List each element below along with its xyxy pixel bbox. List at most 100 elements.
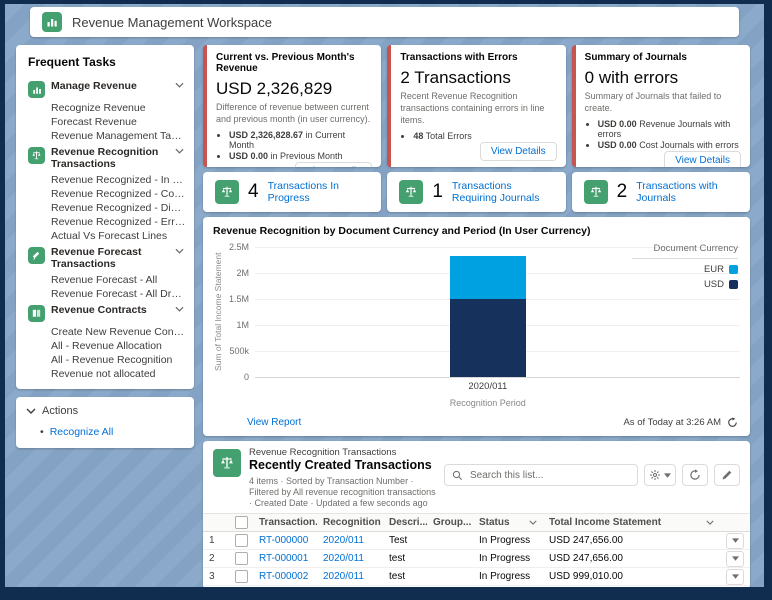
view-report-link[interactable]: View Report bbox=[247, 417, 301, 428]
row-checkbox[interactable] bbox=[235, 534, 248, 547]
chevron-down-icon[interactable] bbox=[706, 520, 714, 525]
row-actions-cell bbox=[720, 550, 750, 568]
legend-item-eur[interactable]: EUR bbox=[632, 264, 738, 275]
recognition-period-link[interactable]: 2020/011 bbox=[323, 535, 364, 546]
column-transaction-number[interactable]: Transaction...↑ bbox=[253, 514, 317, 532]
sidebar-item-recognize-revenue[interactable]: Recognize Revenue bbox=[26, 101, 186, 115]
column-description[interactable]: Descri... bbox=[383, 514, 427, 532]
kpi-bullet-list: USD 0.00 Revenue Journals with errors US… bbox=[585, 119, 741, 151]
app-header: Revenue Management Workspace bbox=[30, 7, 739, 37]
sidebar-item-recognized-errors[interactable]: Revenue Recognized - Errors bbox=[26, 215, 186, 229]
chevron-down-icon bbox=[175, 306, 184, 312]
view-details-button[interactable]: View Details bbox=[295, 162, 372, 167]
actions-header[interactable]: Actions bbox=[26, 405, 184, 417]
y-tick-label: 1.5M bbox=[229, 294, 249, 304]
list-toolbar bbox=[444, 464, 740, 486]
transaction-link-cell: RT-000002 bbox=[253, 568, 317, 586]
row-menu-button[interactable] bbox=[726, 569, 744, 585]
chart-footer: View Report As of Today at 3:26 AM bbox=[203, 408, 750, 436]
frequent-tasks-panel: Frequent Tasks Manage Revenue Recognize … bbox=[16, 45, 194, 389]
row-checkbox-cell bbox=[229, 586, 253, 587]
sidebar-item-task-launcher[interactable]: Revenue Management Task Launcher bbox=[26, 129, 186, 143]
column-total-income-statement[interactable]: Total Income Statement bbox=[543, 514, 720, 532]
count-card-with-journals[interactable]: 2 Transactions with Journals bbox=[572, 172, 750, 212]
view-details-button[interactable]: View Details bbox=[480, 142, 557, 161]
row-checkbox-cell bbox=[229, 568, 253, 586]
sidebar-group-revenue-recognition-transactions[interactable]: Revenue Recognition Transactions bbox=[26, 143, 186, 173]
transaction-link-cell: RT-000001 bbox=[253, 550, 317, 568]
chevron-down-icon bbox=[175, 248, 184, 254]
y-tick-label: 1M bbox=[236, 320, 249, 330]
sidebar-group-revenue-forecast-transactions[interactable]: Revenue Forecast Transactions bbox=[26, 243, 186, 273]
search-input[interactable] bbox=[468, 469, 630, 482]
row-menu-button[interactable] bbox=[726, 587, 744, 588]
transaction-link[interactable]: RT-000001 bbox=[259, 553, 308, 564]
sidebar-item-all-revenue-allocation[interactable]: All - Revenue Allocation bbox=[26, 339, 186, 353]
sidebar-item-actual-vs-forecast[interactable]: Actual Vs Forecast Lines bbox=[26, 229, 186, 243]
sidebar-item-recognized-committed[interactable]: Revenue Recognized - Committed bbox=[26, 187, 186, 201]
sidebar-item-forecast-revenue[interactable]: Forecast Revenue bbox=[26, 115, 186, 129]
row-menu-button[interactable] bbox=[726, 551, 744, 567]
view-details-button[interactable]: View Details bbox=[664, 151, 741, 167]
sidebar-item-create-contract[interactable]: Create New Revenue Contract bbox=[26, 325, 186, 339]
count-label: Transactions In Progress bbox=[268, 180, 370, 204]
list-settings-button[interactable] bbox=[644, 464, 676, 486]
count-value: 1 bbox=[432, 181, 443, 203]
header-select-all bbox=[229, 514, 253, 532]
refresh-icon[interactable] bbox=[727, 417, 738, 428]
legend-item-usd[interactable]: USD bbox=[632, 279, 738, 290]
column-group[interactable]: Group... bbox=[427, 514, 473, 532]
row-actions-cell bbox=[720, 532, 750, 550]
sidebar-item-recognized-discarded[interactable]: Revenue Recognized - Discarded bbox=[26, 201, 186, 215]
transaction-link[interactable]: RT-000000 bbox=[259, 535, 308, 546]
scale-icon bbox=[28, 147, 45, 164]
sidebar-group-manage-revenue[interactable]: Manage Revenue bbox=[26, 77, 186, 101]
total-income-cell: EUR 999,008.00 (USD 832,506.67) bbox=[543, 586, 720, 587]
column-recognition-period[interactable]: Recognition ... bbox=[317, 514, 383, 532]
description-cell: Test bbox=[383, 532, 427, 550]
sidebar-item-revenue-not-allocated[interactable]: Revenue not allocated bbox=[26, 367, 186, 381]
sidebar-item-forecast-all[interactable]: Revenue Forecast - All bbox=[26, 273, 186, 287]
kpi-title: Summary of Journals bbox=[585, 52, 741, 63]
as-of-timestamp: As of Today at 3:26 AM bbox=[623, 417, 721, 428]
kpi-card-transactions-with-errors: Transactions with Errors 2 Transactions … bbox=[387, 45, 565, 167]
edit-list-button[interactable] bbox=[714, 464, 740, 486]
sidebar-item-recognized-in-progress[interactable]: Revenue Recognized - In Progress bbox=[26, 173, 186, 187]
gear-icon bbox=[649, 469, 661, 481]
transaction-link[interactable]: RT-000002 bbox=[259, 571, 308, 582]
kpi-value: USD 2,326,829 bbox=[216, 79, 372, 99]
kpi-card-current-vs-previous: Current vs. Previous Month's Revenue USD… bbox=[203, 45, 381, 167]
refresh-list-button[interactable] bbox=[682, 464, 708, 486]
bar-segment-eur[interactable] bbox=[450, 256, 526, 299]
bar-segment-usd[interactable] bbox=[450, 299, 526, 377]
row-checkbox-cell bbox=[229, 532, 253, 550]
count-card-in-progress[interactable]: 4 Transactions In Progress bbox=[203, 172, 381, 212]
row-number: 1 bbox=[203, 532, 229, 550]
kpi-bullet: USD 0.00 Cost Journals with errors bbox=[598, 140, 741, 150]
actions-title: Actions bbox=[42, 405, 78, 417]
row-menu-button[interactable] bbox=[726, 533, 744, 549]
column-status[interactable]: Status bbox=[473, 514, 543, 532]
legend-swatch bbox=[729, 280, 738, 289]
sidebar-group-revenue-contracts[interactable]: Revenue Contracts bbox=[26, 301, 186, 325]
select-all-checkbox[interactable] bbox=[235, 516, 248, 529]
bar-chart-icon bbox=[42, 12, 62, 32]
recognition-period-cell: 2020/011 bbox=[317, 532, 383, 550]
row-checkbox[interactable] bbox=[235, 570, 248, 583]
group-cell bbox=[427, 550, 473, 568]
y-tick-label: 2M bbox=[236, 268, 249, 278]
row-actions-cell bbox=[720, 586, 750, 587]
kpi-bullet: USD 0.00 Revenue Journals with errors bbox=[598, 119, 741, 139]
search-box bbox=[444, 464, 638, 486]
recognition-period-link[interactable]: 2020/011 bbox=[323, 553, 364, 564]
header-rownum bbox=[203, 514, 229, 532]
kpi-title: Current vs. Previous Month's Revenue bbox=[216, 52, 372, 74]
recognition-period-link[interactable]: 2020/011 bbox=[323, 571, 364, 582]
chevron-down-icon[interactable] bbox=[529, 520, 537, 525]
related-list-card: Revenue Recognition Transactions Recentl… bbox=[203, 441, 750, 587]
row-checkbox[interactable] bbox=[235, 552, 248, 565]
count-card-requiring-journals[interactable]: 1 Transactions Requiring Journals bbox=[387, 172, 565, 212]
sidebar-item-forecast-all-drafts[interactable]: Revenue Forecast - All Drafts bbox=[26, 287, 186, 301]
sidebar-item-all-revenue-recognition[interactable]: All - Revenue Recognition bbox=[26, 353, 186, 367]
action-recognize-all[interactable]: Recognize All bbox=[40, 426, 184, 438]
